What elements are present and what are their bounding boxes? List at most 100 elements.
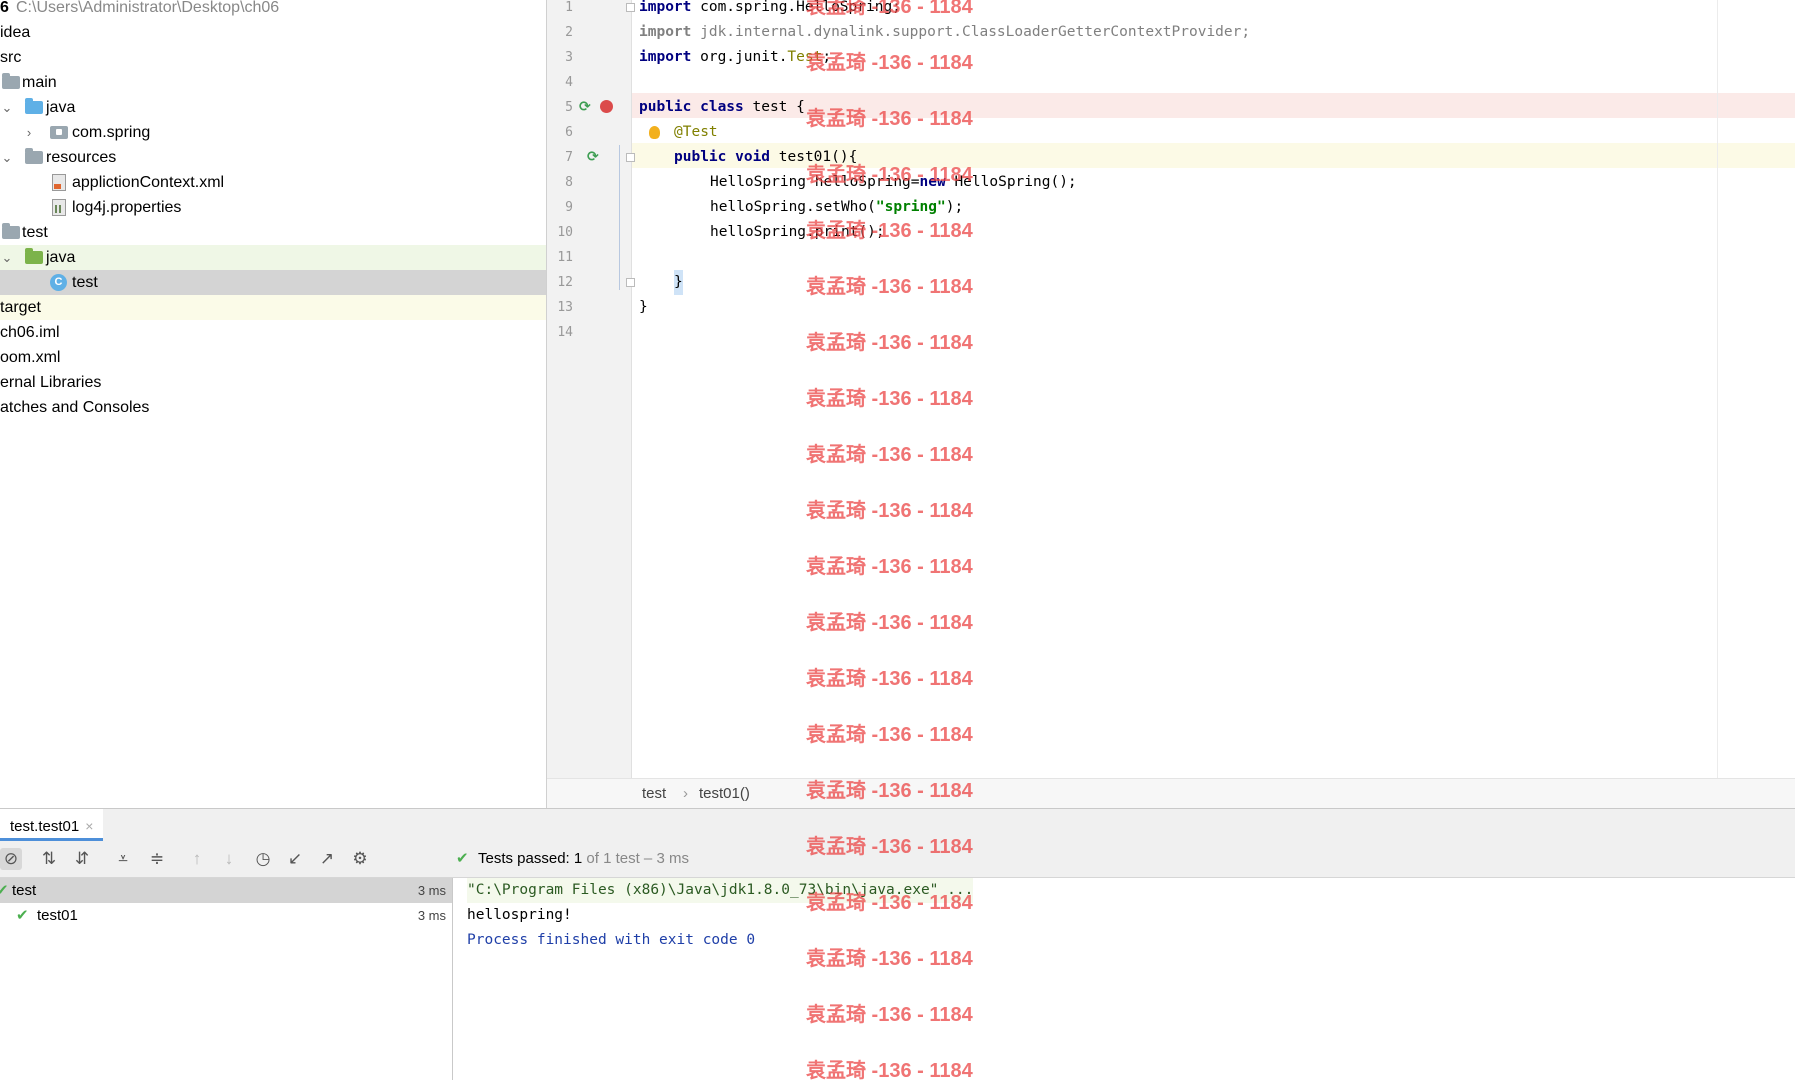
line-number: 14: [557, 325, 573, 340]
line-number: 1: [565, 0, 573, 15]
test-tree-label: test: [12, 882, 37, 899]
next-failed-icon[interactable]: ↓: [218, 848, 240, 870]
tree-item-properties-file[interactable]: log4j.properties: [0, 195, 546, 220]
run-test-icon[interactable]: ⟳: [587, 148, 599, 165]
code-line-10: helloSpring.print();: [710, 224, 885, 240]
package-icon: [50, 126, 68, 139]
sort-alphabetically-icon[interactable]: ⇅: [38, 848, 60, 870]
tree-item-iml[interactable]: ch06.iml: [0, 320, 546, 345]
tree-item-main[interactable]: main: [0, 70, 546, 95]
export-tests-icon[interactable]: ↗: [316, 848, 338, 870]
chevron-down-icon[interactable]: ⌄: [0, 145, 14, 170]
tree-item-label: ernal Libraries: [0, 374, 102, 391]
check-icon: ✔: [0, 882, 9, 899]
fold-marker-icon[interactable]: [626, 153, 635, 162]
line-number: 5: [565, 100, 573, 115]
run-class-icon[interactable]: ⟳: [579, 98, 591, 115]
breadcrumb-class[interactable]: test: [642, 785, 666, 802]
breakpoint-icon[interactable]: [600, 100, 613, 113]
tree-item-label: log4j.properties: [72, 199, 182, 216]
console-output-line: hellospring!: [467, 907, 572, 923]
test-tree-item-test[interactable]: ✔ test 3 ms: [0, 878, 452, 903]
line-number: 7: [565, 150, 573, 165]
test-history-icon[interactable]: ◷: [252, 848, 274, 870]
code-editor[interactable]: 1 2 3 4 5 6 7 8 9 10 11 12 13 14 ⟳ ⟳ imp…: [546, 0, 1795, 808]
code-line-3: import org.junit.Test;: [639, 49, 832, 65]
test-status-bar: ✔ Tests passed: 1 of 1 test – 3 ms: [452, 841, 1795, 878]
close-icon[interactable]: ×: [85, 818, 93, 834]
console-exit-line: Process finished with exit code 0: [467, 932, 756, 948]
test-tree-item-test01[interactable]: ✔ test01 3 ms: [0, 903, 452, 928]
editor-gutter[interactable]: 1 2 3 4 5 6 7 8 9 10 11 12 13 14 ⟳ ⟳: [547, 0, 635, 778]
tree-item-label: java: [46, 249, 76, 266]
project-header: 6 C:\Users\Administrator\Desktop\ch06: [0, 0, 546, 20]
run-tab-test-test01[interactable]: test.test01 ×: [0, 809, 104, 841]
tree-item-scratches[interactable]: atches and Consoles: [0, 395, 546, 420]
tree-item-com-spring[interactable]: › com.spring: [0, 120, 546, 145]
test-source-folder-icon: [25, 248, 43, 264]
code-line-1: import com.spring.HelloSpring;: [639, 0, 901, 15]
tree-item-external-libraries[interactable]: ernal Libraries: [0, 370, 546, 395]
code-line-5: public class test {: [639, 99, 805, 115]
lightbulb-icon[interactable]: [649, 126, 660, 139]
line-number: 12: [557, 275, 573, 290]
line-number: 8: [565, 175, 573, 190]
resources-folder-icon: [25, 148, 43, 164]
chevron-down-icon[interactable]: ⌄: [0, 245, 14, 270]
tree-item-java-test[interactable]: ⌄ java: [0, 245, 546, 270]
chevron-right-icon[interactable]: ›: [22, 120, 36, 145]
tree-item-label: main: [22, 74, 57, 91]
sort-by-duration-icon[interactable]: ⇵: [71, 848, 93, 870]
code-line-12: }: [674, 270, 683, 295]
breadcrumb-method[interactable]: test01(): [699, 785, 750, 802]
show-ignored-icon[interactable]: ⊘: [0, 848, 22, 870]
code-line-2: import jdk.internal.dynalink.support.Cla…: [639, 24, 1251, 40]
line-number: 3: [565, 50, 573, 65]
tree-item-label: atches and Consoles: [0, 399, 150, 416]
tree-item-java-main[interactable]: ⌄ java: [0, 95, 546, 120]
tree-item-xml-file[interactable]: applictionContext.xml: [0, 170, 546, 195]
tree-item-resources[interactable]: ⌄ resources: [0, 145, 546, 170]
folder-icon: [2, 223, 20, 239]
line-number: 4: [565, 75, 573, 90]
fold-marker-icon[interactable]: [626, 278, 635, 287]
test-duration: 3 ms: [417, 908, 446, 923]
java-class-icon: C: [50, 274, 67, 291]
console-command-line: "C:\Program Files (x86)\Java\jdk1.8.0_73…: [467, 878, 974, 903]
tree-item-label: idea: [0, 24, 31, 41]
code-line-6: @Test: [674, 124, 718, 140]
right-margin-guide: [1717, 0, 1718, 778]
tree-item-pom[interactable]: oom.xml: [0, 345, 546, 370]
tree-item-label: com.spring: [72, 124, 151, 141]
check-icon: ✔: [16, 907, 29, 924]
run-tab-bar: test.test01 ×: [0, 808, 1795, 842]
collapse-all-icon[interactable]: ≑: [146, 848, 168, 870]
source-folder-icon: [25, 98, 43, 114]
test-duration: 3 ms: [417, 883, 446, 898]
console-output[interactable]: "C:\Program Files (x86)\Java\jdk1.8.0_73…: [453, 878, 1795, 1080]
run-toolbar: ⊘ ⇅ ⇵ ⩡ ≑ ↑ ↓ ◷ ↙ ↗ ⚙: [0, 841, 452, 878]
tree-item-target[interactable]: target: [0, 295, 546, 320]
project-path: C:\Users\Administrator\Desktop\ch06: [16, 0, 280, 16]
tree-item-src[interactable]: src: [0, 45, 546, 70]
code-line-9: helloSpring.setWho("spring");: [710, 199, 964, 215]
code-line-7: public void test01(){: [674, 149, 858, 165]
tree-item-label: test: [22, 224, 48, 241]
tree-item-label: src: [0, 49, 22, 66]
previous-failed-icon[interactable]: ↑: [186, 848, 208, 870]
tree-item-test-folder[interactable]: test: [0, 220, 546, 245]
fold-marker-icon[interactable]: [626, 3, 635, 12]
test-results-tree: ✔ test 3 ms ✔ test01 3 ms: [0, 878, 453, 1080]
import-tests-icon[interactable]: ↙: [284, 848, 306, 870]
check-icon: ✔: [456, 850, 469, 867]
properties-file-icon: [52, 199, 66, 216]
project-tool-window: 6 C:\Users\Administrator\Desktop\ch06 id…: [0, 0, 546, 808]
code-line-8: HelloSpring helloSpring=new HelloSpring(…: [710, 174, 1077, 190]
tree-item-idea[interactable]: idea: [0, 20, 546, 45]
expand-all-icon[interactable]: ⩡: [112, 848, 134, 870]
chevron-down-icon[interactable]: ⌄: [0, 95, 14, 120]
gear-icon[interactable]: ⚙: [349, 848, 371, 870]
tree-item-test-class[interactable]: C test: [0, 270, 546, 295]
line-number: 2: [565, 25, 573, 40]
line-number: 11: [557, 250, 573, 265]
